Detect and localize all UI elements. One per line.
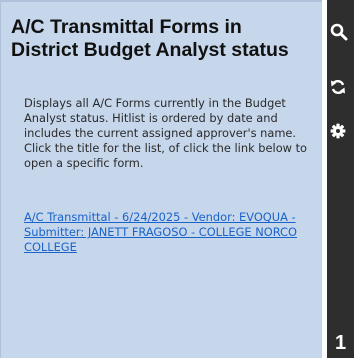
search-icon [330,23,348,41]
dashboard-widget: A/C Transmittal Forms in District Budget… [0,0,354,358]
search-button[interactable] [327,18,354,46]
item-count: 1 [335,332,347,354]
gear-icon [330,123,346,139]
form-link[interactable]: A/C Transmittal - 6/24/2025 - Vendor: EV… [24,210,320,255]
refresh-button[interactable] [327,73,354,101]
settings-button[interactable] [327,117,354,145]
widget-toolbar [327,0,354,358]
widget-panel: A/C Transmittal Forms in District Budget… [0,0,322,358]
widget-title[interactable]: A/C Transmittal Forms in District Budget… [11,16,311,62]
refresh-icon [331,79,345,95]
widget-description: Displays all A/C Forms currently in the … [24,96,308,170]
